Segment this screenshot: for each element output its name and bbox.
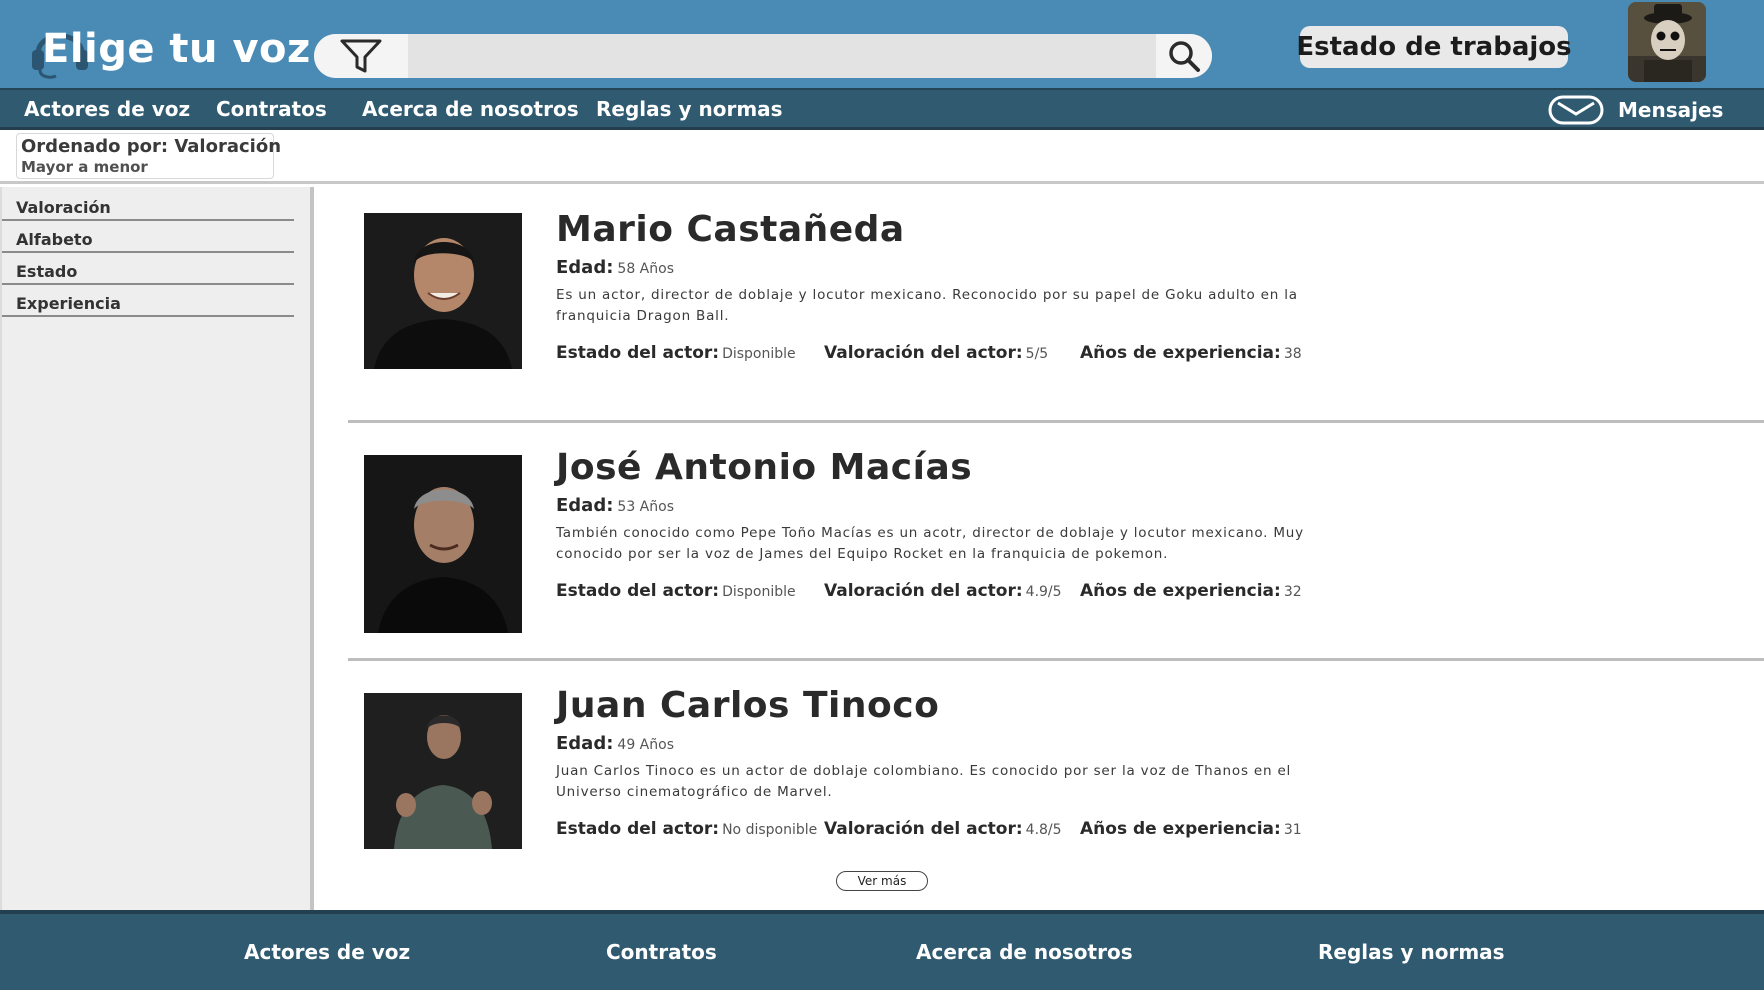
sort-title: Ordenado por: Valoración [21,136,282,157]
actor-name: Juan Carlos Tinoco [556,685,940,726]
footer-item-actores[interactable]: Actores de voz [244,940,410,964]
actor-card[interactable]: José Antonio Macías Edad: 53 Años También… [348,425,1764,661]
age-label: Edad: [556,257,614,278]
actor-portrait-image [364,693,522,849]
actor-list: Mario Castañeda Edad: 58 Años Es un actor… [318,187,1764,910]
experience-label: Años de experiencia: [1080,819,1281,839]
nav-item-actores[interactable]: Actores de voz [24,97,190,121]
envelope-icon [1548,95,1604,125]
footer-nav: Actores de voz Contratos Acerca de nosot… [0,910,1764,990]
actor-experience: Años de experiencia: 31 [1080,819,1302,839]
logo[interactable]: Elige tu voz [24,12,310,82]
experience-value: 32 [1283,584,1302,600]
status-label: Estado del actor: [556,819,720,839]
actor-status: Estado del actor: No disponible [556,819,817,839]
actor-portrait-image [364,455,522,633]
actor-rating: Valoración del actor: 4.9/5 [824,581,1062,601]
jobs-status-button[interactable]: Estado de trabajos [1296,26,1572,68]
sort-bar: Ordenado por: Valoración Mayor a menor [0,130,1764,184]
avatar-image [1628,2,1706,82]
rating-label: Valoración del actor: [824,819,1023,839]
user-avatar[interactable] [1628,2,1706,82]
rating-value: 4.8/5 [1025,822,1062,838]
age-label: Edad: [556,495,614,516]
actor-status: Estado del actor: Disponible [556,581,796,601]
rating-value: 4.9/5 [1025,584,1062,600]
actor-description: Es un actor, director de doblaje y locut… [556,287,1298,324]
sort-selector[interactable]: Ordenado por: Valoración Mayor a menor [16,133,282,179]
age-label: Edad: [556,733,614,754]
nav-item-acerca[interactable]: Acerca de nosotros [362,97,579,121]
sidebar-item-alfabeto[interactable]: Alfabeto [2,221,294,253]
sidebar-item-experiencia[interactable]: Experiencia [2,285,294,317]
nav-item-reglas[interactable]: Reglas y normas [596,97,783,121]
top-header: Elige tu voz Estado de trabajos [0,0,1764,88]
footer-item-contratos[interactable]: Contratos [606,940,717,964]
actor-experience: Años de experiencia: 32 [1080,581,1302,601]
search-bar [314,34,1212,78]
footer-item-reglas[interactable]: Reglas y normas [1318,940,1505,964]
sidebar-item-valoracion[interactable]: Valoración [2,189,294,221]
sort-subtitle: Mayor a menor [21,158,148,176]
rating-label: Valoración del actor: [824,343,1023,363]
age-value: 53 Años [617,499,674,515]
sort-sidebar: Valoración Alfabeto Estado Experiencia [0,187,314,910]
actor-photo [364,455,522,633]
status-label: Estado del actor: [556,581,720,601]
main-nav: Actores de voz Contratos Acerca de nosot… [0,88,1764,130]
actor-rating: Valoración del actor: 4.8/5 [824,819,1062,839]
age-value: 49 Años [617,737,674,753]
actor-description: Juan Carlos Tinoco es un actor de doblaj… [556,763,1292,800]
status-value: No disponible [722,822,818,838]
age-value: 58 Años [617,261,674,277]
filter-icon [340,39,382,73]
logo-text: Elige tu voz [42,26,311,72]
sidebar-item-estado[interactable]: Estado [2,253,294,285]
search-icon [1169,41,1200,72]
actor-portrait-image [364,213,522,369]
messages-label: Mensajes [1618,98,1724,122]
search-input[interactable] [408,34,1156,78]
actor-photo [364,213,522,369]
actor-photo [364,693,522,849]
messages-button[interactable]: Mensajes [1548,94,1723,126]
actor-name: Mario Castañeda [556,209,905,250]
actor-experience: Años de experiencia: 38 [1080,343,1302,363]
actor-rating: Valoración del actor: 5/5 [824,343,1048,363]
actor-status: Estado del actor: Disponible [556,343,796,363]
filter-button[interactable] [314,34,408,78]
actor-name: José Antonio Macías [556,447,973,488]
experience-label: Años de experiencia: [1080,581,1281,601]
see-more-button[interactable]: Ver más [836,871,928,891]
status-value: Disponible [722,584,796,600]
experience-label: Años de experiencia: [1080,343,1281,363]
actor-age: Edad: 58 Años [556,257,674,278]
actor-description: También conocido como Pepe Toño Macías e… [556,525,1304,562]
experience-value: 38 [1283,346,1302,362]
nav-item-contratos[interactable]: Contratos [216,97,327,121]
status-value: Disponible [722,346,796,362]
rating-value: 5/5 [1025,346,1049,362]
footer-item-acerca[interactable]: Acerca de nosotros [916,940,1133,964]
actor-card[interactable]: Juan Carlos Tinoco Edad: 49 Años Juan Car… [348,663,1764,910]
search-button[interactable] [1156,34,1212,78]
actor-age: Edad: 49 Años [556,733,674,754]
rating-label: Valoración del actor: [824,581,1023,601]
experience-value: 31 [1283,822,1302,838]
status-label: Estado del actor: [556,343,720,363]
actor-card[interactable]: Mario Castañeda Edad: 58 Años Es un actor… [348,187,1764,423]
actor-age: Edad: 53 Años [556,495,674,516]
